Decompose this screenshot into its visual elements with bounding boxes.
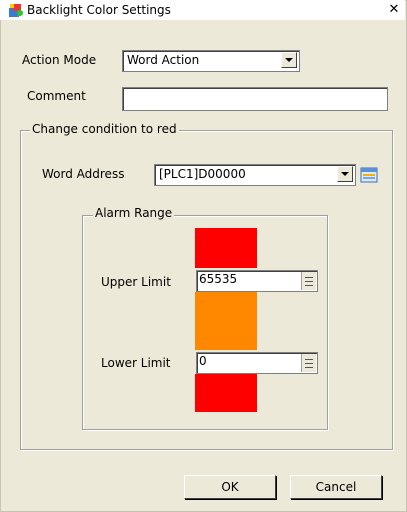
alarm-range-legend: Alarm Range (93, 206, 175, 220)
upper-limit-label: Upper Limit (101, 275, 171, 289)
palette-icon (8, 2, 24, 18)
title-bar: Backlight Color Settings ✕ (0, 0, 405, 20)
word-address-select[interactable]: [PLC1]D00000 (154, 164, 356, 186)
action-mode-value: Word Action (127, 53, 200, 67)
change-condition-legend: Change condition to red (30, 122, 179, 136)
comment-label: Comment (27, 89, 86, 103)
cancel-button[interactable]: Cancel (290, 475, 382, 499)
upper-limit-value: 65535 (199, 272, 238, 286)
close-button[interactable]: ✕ (386, 2, 402, 18)
window-title: Backlight Color Settings (27, 3, 171, 17)
chevron-down-icon[interactable] (337, 166, 353, 182)
word-address-value: [PLC1]D00000 (159, 167, 246, 181)
lower-limit-value: 0 (199, 354, 207, 368)
chevron-down-icon[interactable] (281, 52, 297, 68)
action-mode-label: Action Mode (22, 53, 97, 67)
normal-color-middle (195, 292, 257, 350)
lower-limit-input[interactable]: 0 (196, 352, 318, 374)
ok-button[interactable]: OK (184, 475, 276, 499)
alarm-color-bottom (195, 374, 257, 412)
lower-limit-spinner[interactable] (301, 354, 316, 372)
address-input-icon[interactable] (360, 166, 378, 184)
lower-limit-label: Lower Limit (101, 356, 171, 370)
word-address-label: Word Address (42, 167, 125, 181)
alarm-color-top (195, 228, 257, 268)
action-mode-select[interactable]: Word Action (122, 50, 300, 72)
upper-limit-spinner[interactable] (301, 272, 316, 290)
comment-input[interactable] (122, 87, 388, 111)
upper-limit-input[interactable]: 65535 (196, 270, 318, 292)
